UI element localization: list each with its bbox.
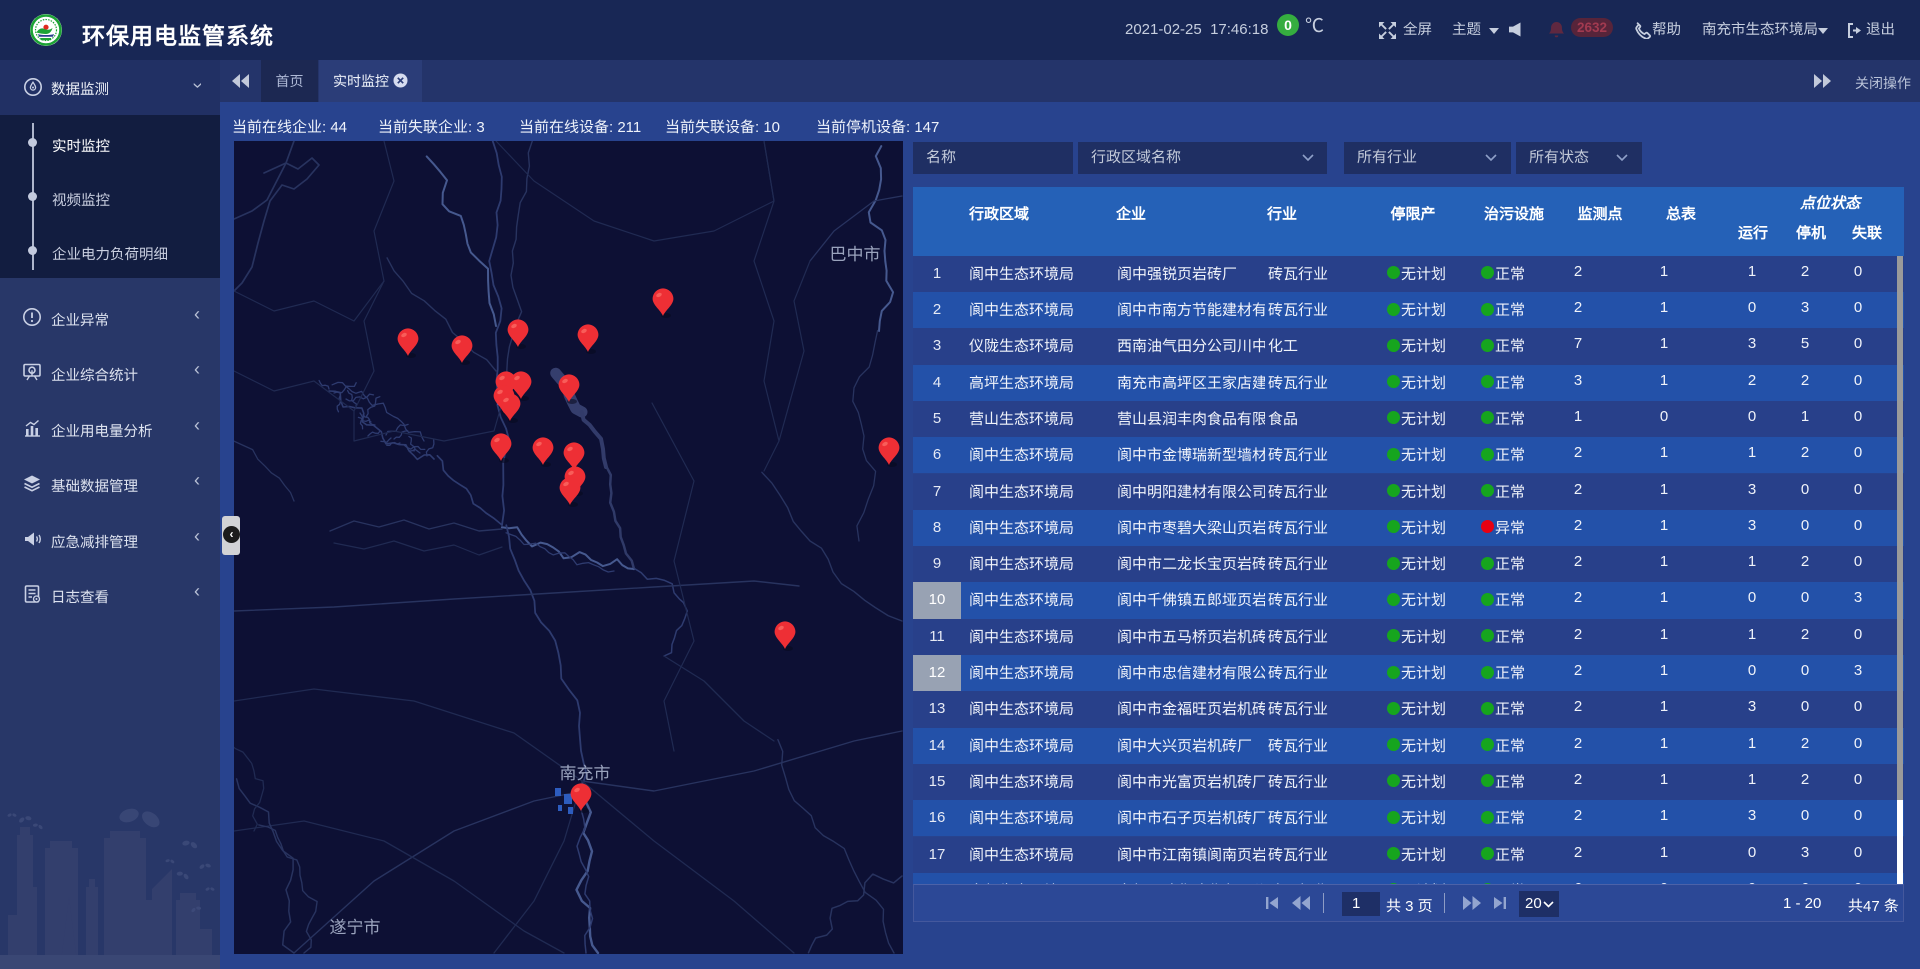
svg-text:遂宁市: 遂宁市	[330, 918, 381, 937]
svg-text:巴中市: 巴中市	[830, 245, 881, 264]
svg-text:南充市: 南充市	[560, 764, 611, 783]
